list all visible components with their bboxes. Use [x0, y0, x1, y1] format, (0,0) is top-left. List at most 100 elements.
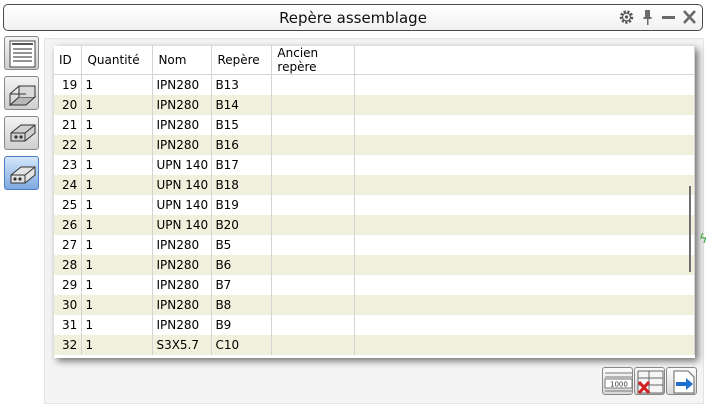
window-titlebar[interactable]: Repère assemblage — [3, 4, 703, 31]
assembly-profile-tool-button[interactable] — [4, 156, 39, 190]
table-vertical-scrollbar[interactable] — [689, 186, 691, 272]
cell-nom: IPN280 — [152, 254, 213, 275]
cell-quantite: 1 — [81, 294, 154, 315]
cell-id: 29 — [54, 274, 83, 295]
table-row[interactable]: 28 1 IPN280 B6 — [54, 254, 695, 275]
table-row[interactable]: 21 1 IPN280 B15 — [54, 114, 695, 135]
cell-quantite: 1 — [81, 74, 154, 95]
cell-filler — [354, 234, 695, 255]
cell-id: 28 — [54, 254, 83, 275]
cell-id: 24 — [54, 174, 83, 195]
plate-profile-tool-button[interactable] — [4, 116, 39, 150]
delete-numbering-icon — [637, 370, 664, 395]
table-row[interactable]: 22 1 IPN280 B16 — [54, 134, 695, 155]
cell-nom: S3X5.7 — [152, 334, 213, 355]
cell-id: 19 — [54, 74, 83, 95]
cell-quantite: 1 — [81, 234, 154, 255]
table-row[interactable]: 31 1 IPN280 B9 — [54, 314, 695, 335]
cell-nom: IPN280 — [152, 74, 213, 95]
cell-filler — [354, 74, 695, 95]
cell-ancien-repere[interactable] — [271, 194, 356, 215]
cell-id: 25 — [54, 194, 83, 215]
cell-quantite: 1 — [81, 274, 154, 295]
cell-nom: IPN280 — [152, 114, 213, 135]
table-row[interactable]: 30 1 IPN280 B8 — [54, 294, 695, 315]
cell-id: 32 — [54, 334, 83, 355]
cell-nom: IPN280 — [152, 314, 213, 335]
cell-ancien-repere[interactable] — [271, 154, 356, 175]
cell-quantite: 1 — [81, 254, 154, 275]
table-row[interactable]: 23 1 UPN 140 B17 — [54, 154, 695, 175]
titlebar-controls — [618, 8, 698, 26]
window-title: Repère assemblage — [279, 9, 427, 27]
assembly-table-panel: ID Quantité Nom Repère Ancien repère 19 … — [54, 46, 695, 358]
cell-quantite: 1 — [81, 94, 154, 115]
cell-repere: B13 — [211, 74, 273, 95]
column-header-nom[interactable]: Nom — [152, 46, 213, 75]
cell-id: 26 — [54, 214, 83, 235]
cell-filler — [354, 254, 695, 275]
cell-quantite: 1 — [81, 134, 154, 155]
cell-ancien-repere[interactable] — [271, 74, 356, 95]
cell-quantite: 1 — [81, 114, 154, 135]
cell-ancien-repere[interactable] — [271, 94, 356, 115]
export-button[interactable] — [666, 367, 697, 395]
cell-ancien-repere[interactable] — [271, 314, 356, 335]
cell-nom: IPN280 — [152, 134, 213, 155]
export-arrow-icon — [673, 370, 695, 394]
table-row[interactable]: 25 1 UPN 140 B19 — [54, 194, 695, 215]
numbering-label: 1000 — [610, 381, 628, 389]
cell-repere: B9 — [211, 314, 273, 335]
table-row[interactable]: 29 1 IPN280 B7 — [54, 274, 695, 295]
cell-nom: UPN 140 — [152, 214, 213, 235]
column-header-filler — [354, 46, 695, 75]
cell-nom: IPN280 — [152, 274, 213, 295]
cell-ancien-repere[interactable] — [271, 134, 356, 155]
column-header-id[interactable]: ID — [54, 46, 83, 75]
table-row[interactable]: 19 1 IPN280 B13 — [54, 74, 695, 95]
cell-ancien-repere[interactable] — [271, 294, 356, 315]
cell-nom: IPN280 — [152, 94, 213, 115]
cell-ancien-repere[interactable] — [271, 334, 356, 355]
cell-nom: UPN 140 — [152, 154, 213, 175]
cell-repere: B8 — [211, 294, 273, 315]
assembly-profile-icon — [10, 166, 36, 184]
cell-repere: B7 — [211, 274, 273, 295]
cell-filler — [354, 114, 695, 135]
cell-filler — [354, 214, 695, 235]
cell-quantite: 1 — [81, 314, 154, 335]
cell-repere: B6 — [211, 254, 273, 275]
pin-icon[interactable] — [639, 8, 656, 26]
settings-gear-icon[interactable] — [618, 8, 635, 26]
cell-repere: B18 — [211, 174, 273, 195]
column-header-repere[interactable]: Repère — [211, 46, 273, 75]
cell-filler — [354, 334, 695, 355]
close-icon[interactable] — [681, 8, 698, 26]
cell-quantite: 1 — [81, 334, 154, 355]
cell-ancien-repere[interactable] — [271, 114, 356, 135]
table-row[interactable]: 27 1 IPN280 B5 — [54, 234, 695, 255]
cell-filler — [354, 154, 695, 175]
cell-ancien-repere[interactable] — [271, 174, 356, 195]
minimize-icon[interactable] — [660, 8, 677, 26]
table-row[interactable]: 24 1 UPN 140 B18 — [54, 174, 695, 195]
delete-numbering-button[interactable] — [634, 367, 665, 395]
column-header-ancien-repere[interactable]: Ancien repère — [271, 46, 356, 75]
cell-ancien-repere[interactable] — [271, 254, 356, 275]
list-view-tool-button[interactable] — [4, 36, 39, 70]
table-row[interactable]: 32 1 S3X5.7 C10 — [54, 334, 695, 355]
cell-repere: C10 — [211, 334, 273, 355]
cell-quantite: 1 — [81, 194, 154, 215]
column-header-quantite[interactable]: Quantité — [81, 46, 154, 75]
cell-filler — [354, 134, 695, 155]
table-row[interactable]: 20 1 IPN280 B14 — [54, 94, 695, 115]
table-row[interactable]: 26 1 UPN 140 B20 — [54, 214, 695, 235]
table-header-row: ID Quantité Nom Repère Ancien repère — [54, 46, 695, 75]
cell-repere: B5 — [211, 234, 273, 255]
numbering-button[interactable]: 1000 — [602, 367, 633, 395]
beam-profile-icon — [8, 85, 37, 106]
cell-ancien-repere[interactable] — [271, 214, 356, 235]
beam-profile-tool-button[interactable] — [4, 76, 39, 110]
cell-ancien-repere[interactable] — [271, 234, 356, 255]
cell-ancien-repere[interactable] — [271, 274, 356, 295]
